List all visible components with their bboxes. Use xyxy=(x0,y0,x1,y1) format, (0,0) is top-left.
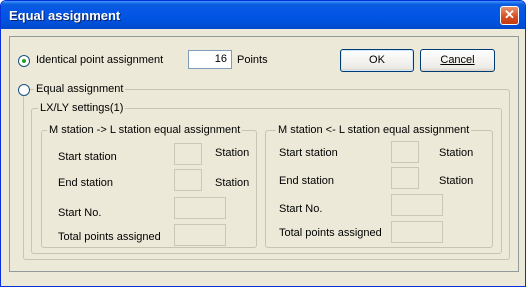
m-to-l-total-points-input[interactable] xyxy=(174,224,226,246)
identical-point-assignment-radio[interactable] xyxy=(18,55,30,67)
l-to-m-end-station-label: End station xyxy=(279,175,335,187)
identical-point-assignment-label: Identical point assignment xyxy=(36,54,164,66)
m-to-l-total-points-label: Total points assigned xyxy=(58,231,161,243)
ok-button[interactable]: OK xyxy=(340,49,414,72)
l-to-m-start-no-label: Start No. xyxy=(279,203,323,215)
cancel-button[interactable]: Cancel xyxy=(420,49,495,72)
window-title: Equal assignment xyxy=(9,8,121,23)
points-unit-label: Points xyxy=(237,54,268,66)
m-to-l-start-station-unit: Station xyxy=(215,147,250,159)
equal-assignment-radio[interactable] xyxy=(18,84,30,96)
equal-assignment-label: Equal assignment xyxy=(34,83,126,95)
l-to-m-title: M station <- L station equal assignment xyxy=(276,124,472,136)
title-bar[interactable]: Equal assignment ✕ xyxy=(1,1,525,29)
points-input[interactable]: 16 xyxy=(188,50,232,69)
l-to-m-total-points-input[interactable] xyxy=(391,221,443,243)
l-to-m-end-station-input[interactable] xyxy=(391,167,419,189)
equal-assignment-dialog: Equal assignment ✕ Identical point assig… xyxy=(0,0,526,287)
l-to-m-total-points-label: Total points assigned xyxy=(279,227,382,239)
l-to-m-start-station-input[interactable] xyxy=(391,141,419,163)
lxly-settings-label: LX/LY settings(1) xyxy=(38,102,126,114)
m-to-l-start-station-input[interactable] xyxy=(174,143,202,165)
m-to-l-end-station-unit: Station xyxy=(215,177,250,189)
l-to-m-start-no-input[interactable] xyxy=(391,194,443,216)
cancel-button-label: Cancel xyxy=(440,54,475,66)
m-to-l-end-station-input[interactable] xyxy=(174,169,202,191)
m-to-l-start-station-label: Start station xyxy=(58,151,117,163)
l-to-m-start-station-label: Start station xyxy=(279,147,338,159)
m-to-l-title: M station -> L station equal assignment xyxy=(47,124,243,136)
m-to-l-end-station-label: End station xyxy=(58,177,114,189)
l-to-m-end-station-unit: Station xyxy=(439,175,474,187)
close-icon[interactable]: ✕ xyxy=(500,6,519,25)
l-to-m-start-station-unit: Station xyxy=(439,147,474,159)
m-to-l-start-no-input[interactable] xyxy=(174,197,226,219)
m-to-l-start-no-label: Start No. xyxy=(58,207,102,219)
